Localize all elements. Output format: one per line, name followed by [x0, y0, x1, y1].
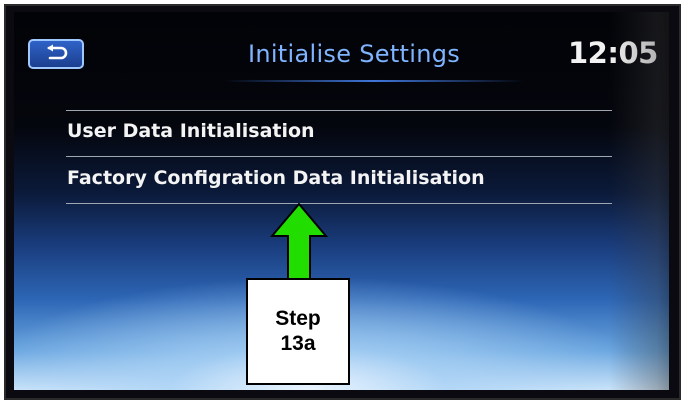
menu-item-factory-configuration-initialisation[interactable]: Factory Configration Data Initialisation: [67, 167, 485, 189]
title-underline: [224, 80, 524, 82]
back-arrow-icon: [47, 44, 68, 60]
menu-divider: [66, 203, 612, 204]
menu-divider: [66, 110, 612, 111]
annotation-arrow-icon: [270, 202, 328, 281]
step-label: Step: [275, 307, 321, 331]
clock: 12:05: [568, 36, 658, 70]
display-screen: Initialise Settings 12:05 User Data Init…: [14, 12, 669, 390]
menu-item-user-data-initialisation[interactable]: User Data Initialisation: [67, 120, 315, 142]
menu-divider: [66, 156, 612, 157]
step-number: 13a: [280, 331, 316, 355]
back-button[interactable]: [28, 39, 84, 69]
page-title: Initialise Settings: [247, 40, 461, 68]
step-callout: Step 13a: [246, 278, 350, 385]
screen-photo: Initialise Settings 12:05 User Data Init…: [4, 4, 681, 400]
